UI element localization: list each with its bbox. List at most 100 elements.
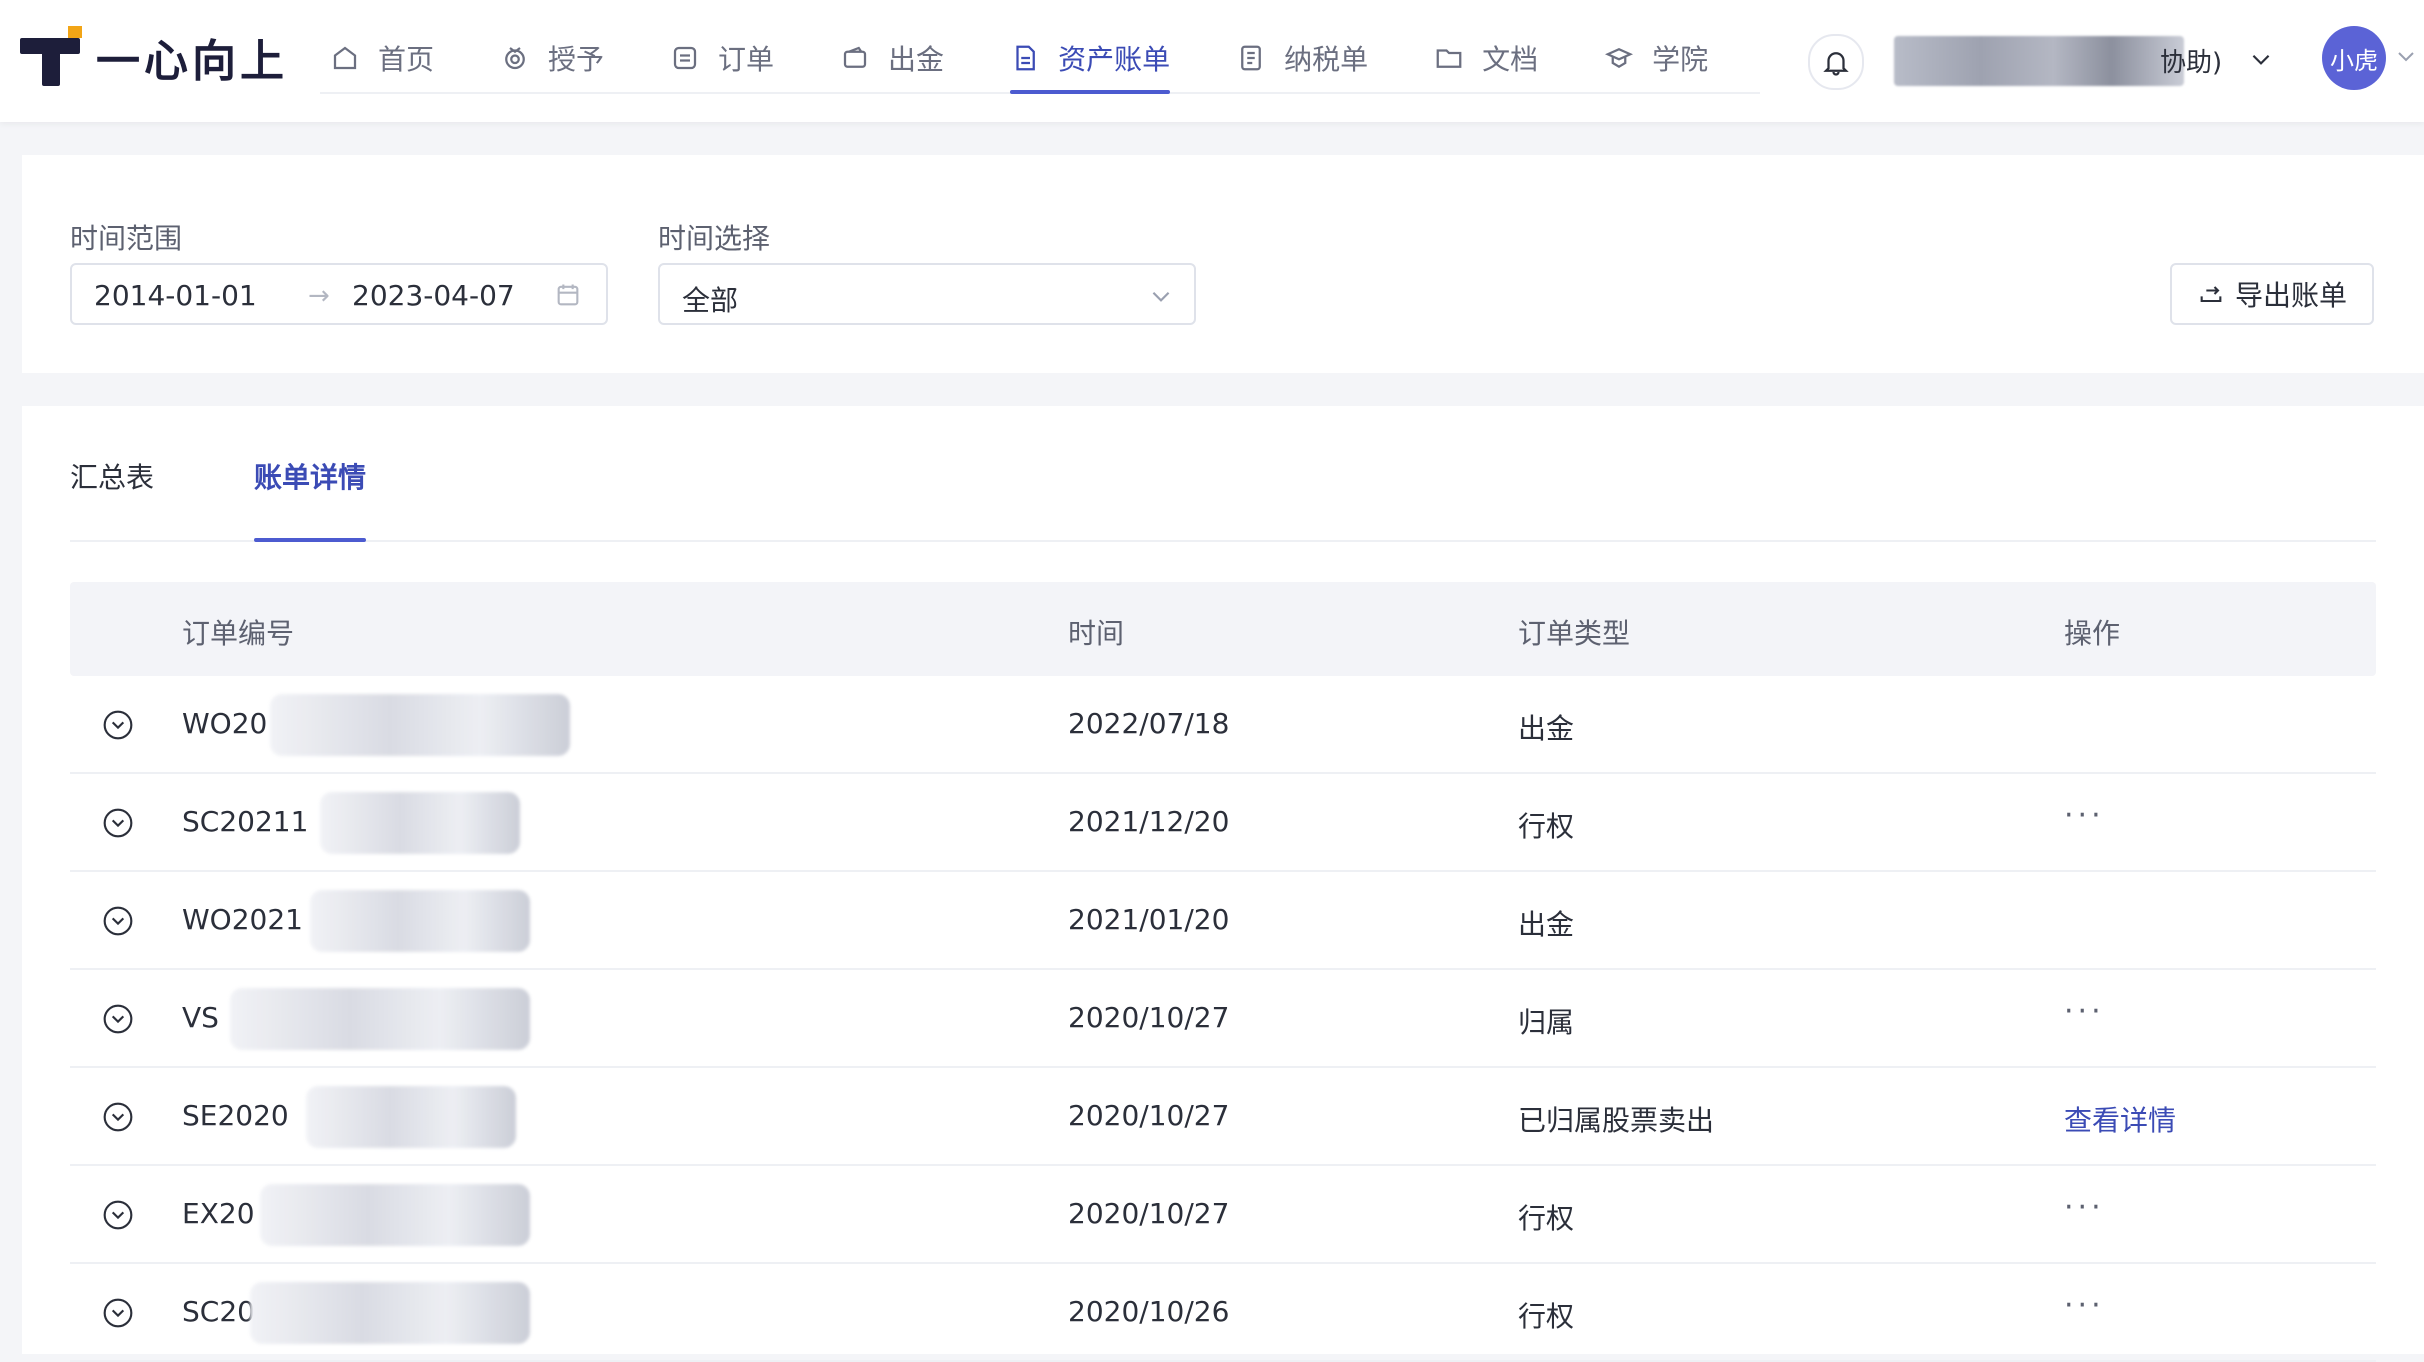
nav-item-label: 订单 — [718, 43, 775, 76]
date-range-picker[interactable]: 2014-01-01 → 2023-04-07 — [70, 263, 608, 325]
nav-item-label: 纳税单 — [1284, 43, 1369, 76]
column-header-order-id: 订单编号 — [182, 617, 295, 650]
column-header-time: 时间 — [1068, 617, 1125, 650]
nav-item-documents[interactable]: 文档 — [1434, 0, 1538, 116]
expand-row-icon[interactable] — [102, 1199, 134, 1231]
expand-row-icon[interactable] — [102, 1297, 134, 1329]
nav-item-label: 资产账单 — [1058, 43, 1171, 76]
nav-item-academy[interactable]: 学院 — [1604, 0, 1708, 116]
wallet-icon — [843, 46, 867, 68]
redacted-company-name — [1894, 36, 2184, 86]
tax-icon — [1241, 45, 1261, 71]
expand-row-icon[interactable] — [102, 905, 134, 937]
notification-button[interactable] — [1808, 34, 1864, 90]
brand-name: 一心向上 — [96, 36, 288, 87]
tab-bar: 汇总表 账单详情 — [70, 446, 2376, 542]
order-id: SC20 — [182, 1295, 255, 1328]
export-statement-button[interactable]: 导出账单 — [2170, 263, 2374, 325]
range-end-value[interactable]: 2023-04-07 — [352, 279, 515, 312]
view-details-link[interactable]: 查看详情 — [2064, 1099, 2176, 1139]
brand-logo[interactable]: 一心向上 — [20, 26, 288, 88]
date-range-label: 时间范围 — [70, 222, 183, 255]
table-header: 订单编号 时间 订单类型 操作 — [70, 582, 2376, 676]
expand-row-icon[interactable] — [102, 807, 134, 839]
order-time: 2020/10/27 — [1068, 1001, 1230, 1034]
order-time: 2020/10/27 — [1068, 1197, 1230, 1230]
calendar-icon — [557, 284, 579, 306]
redacted-order-id — [230, 988, 530, 1050]
nav-item-grant[interactable]: 授予 — [500, 0, 604, 116]
nav-item-label: 学院 — [1652, 43, 1709, 76]
main-nav: 首页 授予 订单 出金 资产账单 纳税单 文档 学院 — [330, 0, 1774, 122]
tab-summary[interactable]: 汇总表 — [70, 456, 154, 538]
order-time: 2021/01/20 — [1068, 903, 1230, 936]
expand-row-icon[interactable] — [102, 1003, 134, 1035]
more-actions-button[interactable]: ··· — [2064, 798, 2105, 833]
more-actions-button[interactable]: ··· — [2064, 1190, 2105, 1225]
folder-icon — [1436, 49, 1462, 68]
order-id: EX20 — [182, 1197, 255, 1230]
time-select-label: 时间选择 — [658, 222, 771, 255]
nav-item-asset-statement[interactable]: 资产账单 — [1010, 0, 1171, 116]
order-icon — [673, 46, 697, 70]
chevron-down-icon[interactable] — [2248, 46, 2274, 72]
time-select[interactable]: 全部 — [658, 263, 1196, 325]
nav-item-withdraw[interactable]: 出金 — [840, 0, 944, 116]
nav-item-label: 首页 — [378, 43, 435, 76]
column-header-actions: 操作 — [2064, 617, 2121, 650]
nav-item-label: 授予 — [548, 43, 605, 76]
order-id: VS — [182, 1001, 219, 1034]
order-type: 行权 — [1518, 1202, 1575, 1235]
order-type: 出金 — [1518, 908, 1575, 941]
order-type: 归属 — [1518, 1006, 1575, 1039]
redacted-order-id — [250, 1282, 530, 1344]
order-id: SC20211 — [182, 805, 309, 838]
column-header-order-type: 订单类型 — [1518, 617, 1631, 650]
table-row: SE2020 2020/10/27 已归属股票卖出 查看详情 — [70, 1068, 2376, 1166]
order-type: 已归属股票卖出 — [1518, 1104, 1715, 1137]
order-id: WO2021 — [182, 903, 303, 936]
logo-mark-icon — [20, 26, 84, 88]
time-select-value: 全部 — [682, 284, 739, 317]
top-navigation-bar: 一心向上 首页 授予 订单 出金 资产账单 纳税单 文档 学院 协助) 小虎 — [0, 0, 2424, 122]
order-time: 2020/10/26 — [1068, 1295, 1230, 1328]
order-id: WO20 — [182, 707, 268, 740]
redacted-order-id — [270, 694, 570, 756]
statement-table: 订单编号 时间 订单类型 操作 WO20 2022/07/18 出金 SC202… — [70, 582, 2376, 1362]
more-actions-button[interactable]: ··· — [2064, 1288, 2105, 1323]
gift-icon — [505, 47, 525, 70]
redacted-order-id — [310, 890, 530, 952]
graduation-icon — [1605, 48, 1634, 69]
content-panel: 汇总表 账单详情 订单编号 时间 订单类型 操作 WO20 2022/07/18… — [22, 406, 2424, 1362]
tab-statement-details[interactable]: 账单详情 — [254, 456, 367, 542]
order-type: 行权 — [1518, 1300, 1575, 1333]
table-row: WO20 2022/07/18 出金 — [70, 676, 2376, 774]
redacted-order-id — [260, 1184, 530, 1246]
table-row: VS 2020/10/27 归属 ··· — [70, 970, 2376, 1068]
document-icon — [1016, 45, 1035, 71]
nav-item-orders[interactable]: 订单 — [670, 0, 774, 116]
order-time: 2022/07/18 — [1068, 707, 1230, 740]
order-type: 行权 — [1518, 810, 1575, 843]
table-row: SC20 2020/10/26 行权 ··· — [70, 1264, 2376, 1362]
avatar[interactable]: 小虎 — [2322, 26, 2386, 90]
expand-row-icon[interactable] — [102, 1101, 134, 1133]
order-time: 2020/10/27 — [1068, 1099, 1230, 1132]
range-start-value[interactable]: 2014-01-01 — [94, 279, 257, 312]
user-role-label[interactable]: 协助) — [2160, 42, 2222, 79]
nav-item-home[interactable]: 首页 — [330, 0, 434, 116]
expand-row-icon[interactable] — [102, 709, 134, 741]
table-row: EX20 2020/10/27 行权 ··· — [70, 1166, 2376, 1264]
export-icon — [2200, 286, 2222, 303]
range-arrow-icon: → — [308, 281, 330, 311]
redacted-order-id — [306, 1086, 516, 1148]
redacted-order-id — [320, 792, 520, 854]
nav-item-tax[interactable]: 纳税单 — [1236, 0, 1368, 116]
order-time: 2021/12/20 — [1068, 805, 1230, 838]
table-row: SC20211 2021/12/20 行权 ··· — [70, 774, 2376, 872]
nav-item-label: 出金 — [888, 43, 945, 76]
more-actions-button[interactable]: ··· — [2064, 994, 2105, 1029]
order-type: 出金 — [1518, 712, 1575, 745]
chevron-down-icon[interactable] — [2394, 44, 2418, 68]
order-id: SE2020 — [182, 1099, 289, 1132]
